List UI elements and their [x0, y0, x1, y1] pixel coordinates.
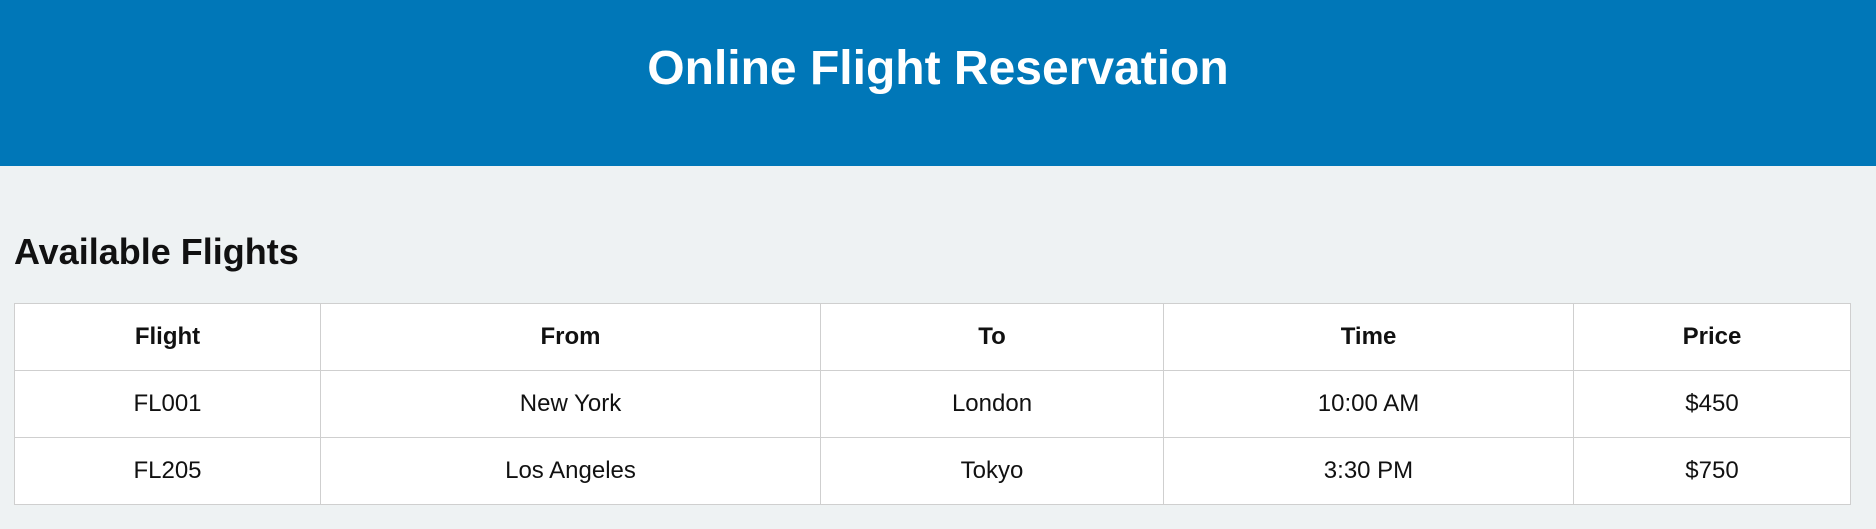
column-header-to: To	[820, 303, 1164, 371]
table-row: FL001 New York London 10:00 AM $450	[14, 370, 1851, 438]
price-cell: $750	[1573, 437, 1851, 505]
flights-table: Flight From To Time Price FL001 New York…	[14, 303, 1851, 505]
flight-number-cell: FL205	[14, 437, 321, 505]
main-content: Available Flights Flight From To Time Pr…	[0, 232, 1876, 505]
table-row: FL205 Los Angeles Tokyo 3:30 PM $750	[14, 437, 1851, 505]
origin-cell: Los Angeles	[320, 437, 821, 505]
destination-cell: Tokyo	[820, 437, 1164, 505]
column-header-from: From	[320, 303, 821, 371]
departure-time-cell: 3:30 PM	[1163, 437, 1574, 505]
available-flights-heading: Available Flights	[14, 231, 299, 272]
table-header-row: Flight From To Time Price	[14, 303, 1851, 371]
column-header-time: Time	[1163, 303, 1574, 371]
page-title: Online Flight Reservation	[647, 41, 1229, 95]
price-cell: $450	[1573, 370, 1851, 438]
flight-number-cell: FL001	[14, 370, 321, 438]
departure-time-cell: 10:00 AM	[1163, 370, 1574, 438]
page-header: Online Flight Reservation	[0, 0, 1876, 166]
column-header-price: Price	[1573, 303, 1851, 371]
origin-cell: New York	[320, 370, 821, 438]
destination-cell: London	[820, 370, 1164, 438]
column-header-flight: Flight	[14, 303, 321, 371]
